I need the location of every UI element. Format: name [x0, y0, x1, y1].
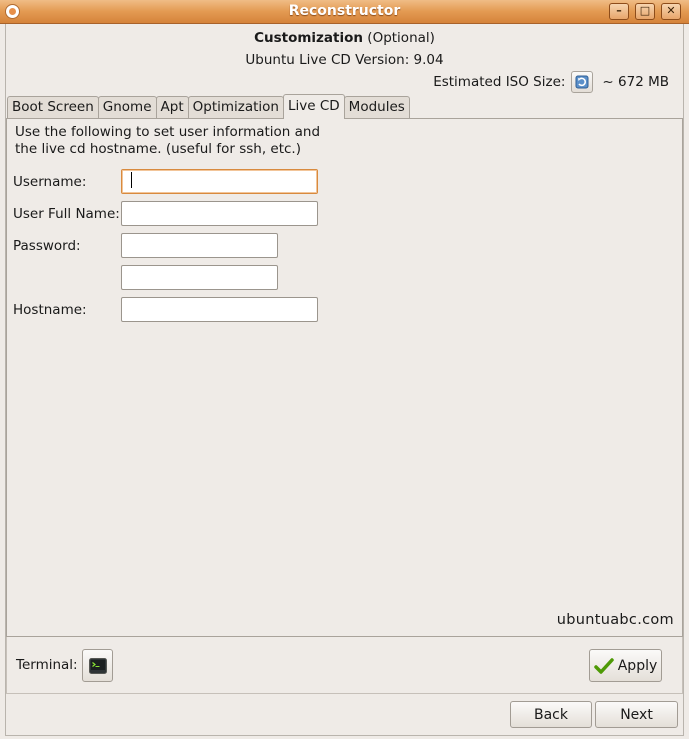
tab-optimization[interactable]: Optimization: [187, 96, 284, 119]
hostname-input[interactable]: [121, 297, 318, 322]
iso-size-value: ~ 672 MB: [602, 74, 669, 90]
version-text: Ubuntu Live CD Version: 9.04: [245, 52, 444, 68]
checkmark-icon: [593, 657, 614, 674]
window-title: Reconstructor: [288, 3, 401, 19]
terminal-icon: [88, 657, 107, 674]
minimize-icon: –: [616, 4, 622, 17]
minimize-button[interactable]: –: [609, 3, 629, 20]
tab-live-cd[interactable]: Live CD: [282, 94, 345, 119]
refresh-icon: [575, 75, 589, 89]
panel-description: Use the following to set user informatio…: [15, 124, 321, 157]
tab-modules[interactable]: Modules: [343, 96, 410, 119]
hostname-label: Hostname:: [13, 302, 87, 318]
password-confirm-input[interactable]: [121, 265, 278, 290]
text-caret: [131, 172, 132, 188]
refresh-iso-size-button[interactable]: [571, 71, 594, 93]
terminal-label: Terminal:: [16, 657, 78, 673]
maximize-icon: □: [639, 4, 651, 17]
back-button[interactable]: Back: [510, 701, 592, 728]
username-label: Username:: [13, 174, 87, 190]
password-label: Password:: [13, 238, 81, 254]
apply-label: Apply: [617, 657, 658, 674]
iso-size-label: Estimated ISO Size:: [433, 74, 566, 90]
password-input[interactable]: [121, 233, 278, 258]
terminal-button[interactable]: [82, 649, 113, 682]
heading-text: Customization: [254, 30, 363, 46]
close-button[interactable]: ✕: [661, 3, 681, 20]
tab-gnome[interactable]: Gnome: [97, 96, 157, 119]
tab-boot-screen[interactable]: Boot Screen: [7, 96, 99, 119]
iso-size-row: Estimated ISO Size: ~ 672 MB: [433, 70, 669, 94]
apply-button[interactable]: Apply: [589, 649, 662, 682]
tab-apt[interactable]: Apt: [155, 96, 189, 119]
full-name-label: User Full Name:: [13, 206, 120, 222]
live-cd-panel: Use the following to set user informatio…: [6, 118, 683, 637]
full-name-input[interactable]: [121, 201, 318, 226]
next-button[interactable]: Next: [595, 701, 678, 728]
title-bar[interactable]: Reconstructor – □ ✕: [0, 0, 689, 24]
username-input[interactable]: [121, 169, 318, 194]
close-icon: ✕: [666, 4, 676, 17]
maximize-button[interactable]: □: [635, 3, 655, 20]
page-heading: Customization (Optional): [0, 30, 689, 46]
heading-suffix: (Optional): [367, 30, 435, 46]
watermark-text: ubuntuabc.com: [556, 612, 674, 628]
tab-bar: Boot Screen Gnome Apt Optimization Live …: [7, 94, 410, 119]
